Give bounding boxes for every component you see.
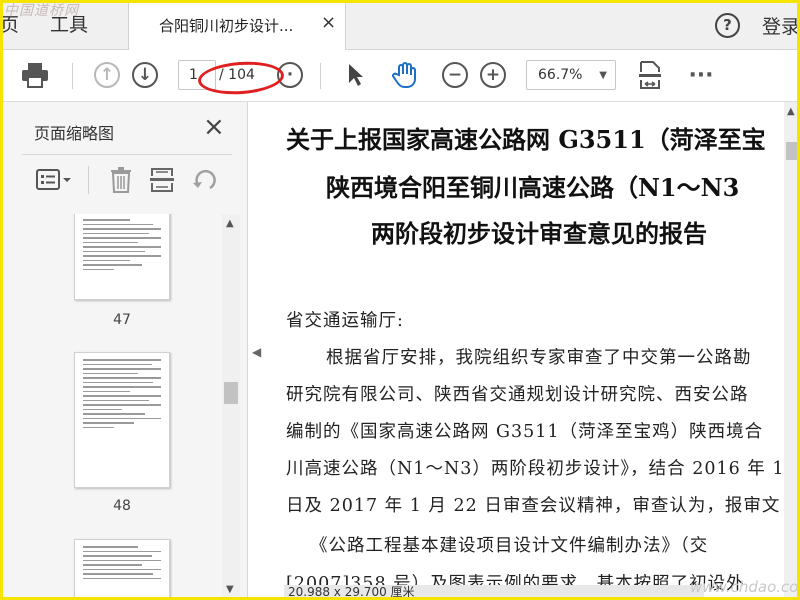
- thumbnail-scrollbar[interactable]: ▲ ▼: [222, 214, 240, 600]
- page-thumbnail[interactable]: [74, 352, 170, 488]
- document-heading-line-3: 两阶段初步设计审查意见的报告: [371, 219, 707, 248]
- document-tab-title: 合阳铜川初步设计...: [159, 17, 294, 35]
- document-body-line: 《公路工程基本建设项目设计文件编制办法》（交: [310, 536, 709, 556]
- help-icon[interactable]: ?: [715, 13, 740, 38]
- thumbnail-page-number: 48: [113, 498, 131, 514]
- select-tool-button[interactable]: [343, 60, 369, 90]
- close-tab-icon[interactable]: ×: [321, 12, 336, 33]
- previous-page-button[interactable]: ↑: [92, 60, 122, 90]
- thumbnail-list: 47 48: [22, 214, 222, 600]
- document-body-line: 日及 2017 年 1 月 22 日审查会议精神，审查认为，报审文: [286, 496, 781, 516]
- collapse-panel-icon[interactable]: ◀: [252, 345, 261, 359]
- document-view: 关于上报国家高速公路网 G3511（菏泽至宝 陕西境合阳至铜川高速公路（N1～N…: [264, 102, 800, 600]
- page-size-indicator: 20.988 x 29.700 厘米: [284, 585, 704, 600]
- fit-page-icon: [639, 61, 661, 89]
- split-page-button[interactable]: [150, 166, 174, 194]
- thumbnail-page-number: 47: [113, 312, 131, 328]
- document-body-line: 川高速公路（N1～N3）两阶段初步设计》，结合 2016 年 1: [286, 459, 784, 479]
- split-icon: [150, 168, 174, 192]
- delete-page-button[interactable]: [110, 166, 132, 194]
- panel-title: 页面缩略图: [34, 124, 115, 143]
- scroll-up-icon[interactable]: ▲: [787, 106, 795, 117]
- document-body-line: 研究院有限公司、陕西省交通规划设计研究院、西安公路: [286, 385, 749, 405]
- print-button[interactable]: [18, 60, 52, 90]
- site-watermark: www.chdao.com: [690, 578, 800, 596]
- plus-icon: +: [480, 62, 506, 88]
- document-body-line: 编制的《国家高速公路网 G3511（菏泽至宝鸡）陕西境合: [286, 422, 764, 442]
- scroll-down-icon[interactable]: ▼: [226, 584, 234, 595]
- document-heading-line-1: 关于上报国家高速公路网 G3511（菏泽至宝: [286, 125, 766, 154]
- zoom-in-button[interactable]: +: [478, 60, 508, 90]
- document-body-line: 根据省厅安排，我院组织专家审查了中交第一公路勘: [326, 348, 752, 368]
- thumbnail-panel: 页面缩略图 × 47 48 ▲ ▼: [0, 102, 248, 600]
- document-tab[interactable]: 合阳铜川初步设计... ×: [128, 0, 346, 50]
- next-page-button[interactable]: ↓: [130, 60, 160, 90]
- zoom-value: 66.7%: [538, 67, 583, 83]
- list-options-icon: [36, 169, 71, 190]
- rotate-icon: [193, 169, 216, 190]
- document-addressee: 省交通运输厅:: [286, 311, 404, 331]
- scrollbar-thumb[interactable]: [786, 142, 798, 160]
- fit-page-button[interactable]: [636, 60, 664, 90]
- page-thumbnail[interactable]: [74, 539, 170, 600]
- rotate-button[interactable]: [192, 166, 218, 194]
- print-icon: [22, 63, 48, 88]
- cursor-arrow-icon: [349, 64, 363, 86]
- hand-icon: [392, 62, 416, 88]
- more-options-icon[interactable]: ···: [686, 60, 716, 90]
- thumbnail-options-button[interactable]: [36, 166, 72, 194]
- scroll-up-icon[interactable]: ▲: [226, 218, 234, 229]
- arrow-up-icon: ↑: [94, 62, 120, 88]
- chevron-down-icon: ▼: [599, 70, 607, 81]
- close-panel-icon[interactable]: ×: [203, 112, 225, 142]
- zoom-out-button[interactable]: −: [440, 60, 470, 90]
- arrow-down-icon: ↓: [132, 62, 158, 88]
- hand-tool-button[interactable]: [390, 60, 420, 90]
- trash-icon: [111, 167, 131, 193]
- login-link[interactable]: 登录: [762, 12, 800, 39]
- divider: [22, 154, 232, 155]
- scrollbar-thumb[interactable]: [224, 382, 238, 404]
- page-thumbnail[interactable]: [74, 214, 170, 300]
- minus-icon: −: [442, 62, 468, 88]
- watermark-text: 中国道桥网: [4, 3, 79, 19]
- zoom-select[interactable]: 66.7% ▼: [526, 60, 616, 90]
- tab-bar: 页 工具 合阳铜川初步设计... × ? 登录: [0, 0, 800, 50]
- document-heading-line-2: 陕西境合阳至铜川高速公路（N1～N3: [326, 173, 740, 202]
- document-scrollbar[interactable]: ▲: [784, 102, 800, 600]
- document-page: 关于上报国家高速公路网 G3511（菏泽至宝 陕西境合阳至铜川高速公路（N1～N…: [264, 102, 784, 600]
